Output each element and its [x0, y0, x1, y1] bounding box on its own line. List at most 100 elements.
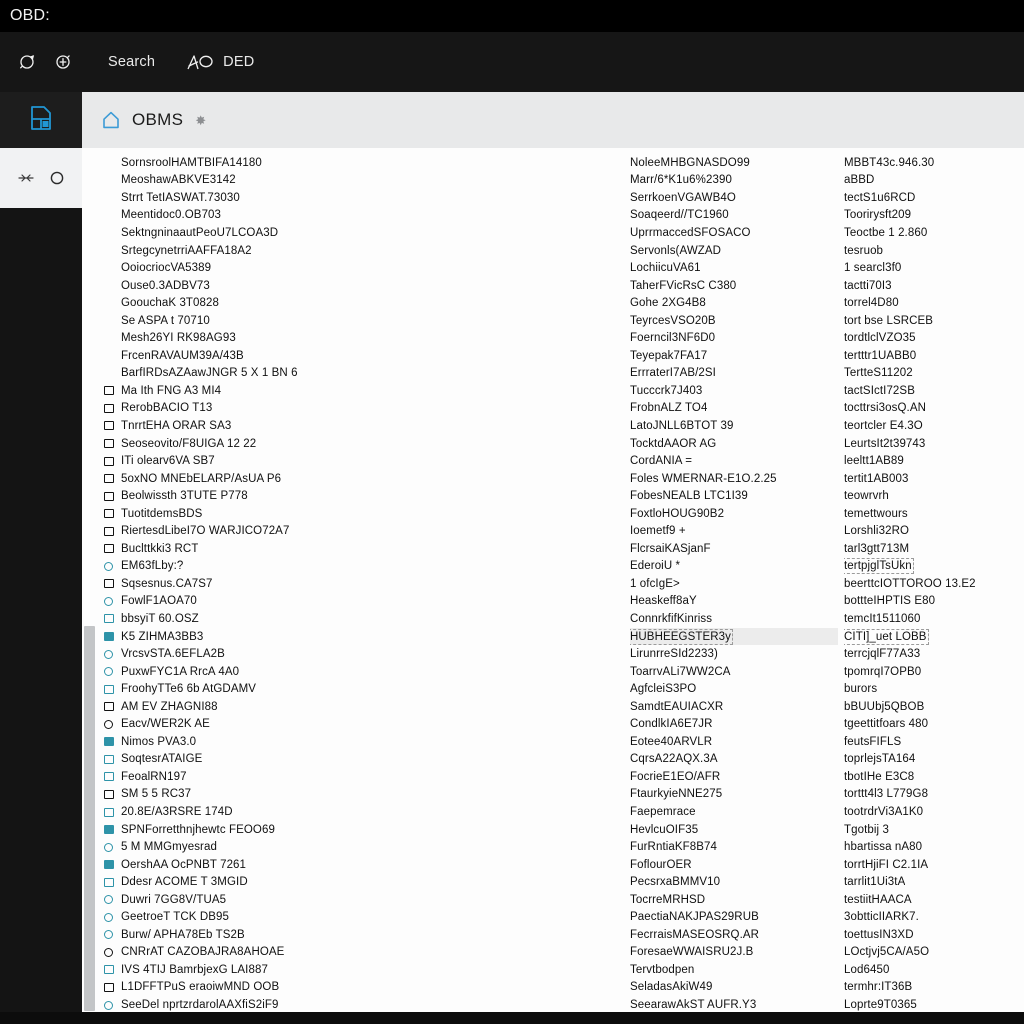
- list-item[interactable]: tarrlit1Ui3tA: [844, 873, 1024, 891]
- list-item[interactable]: Teyepak7FA17: [630, 347, 838, 365]
- rail-item-document[interactable]: [0, 92, 82, 148]
- list-item[interactable]: PaectiaNAKJPAS29RUB: [630, 909, 838, 927]
- list-item[interactable]: CNRrAT CAZOBAJRA8AHOAE: [102, 944, 622, 962]
- list-item[interactable]: FobesNEALB LTC1I39: [630, 487, 838, 505]
- list-item[interactable]: LochiicuVA61: [630, 259, 838, 277]
- list-item[interactable]: Ma Ith FNG A3 MI4: [102, 382, 622, 400]
- list-item[interactable]: FecrraisMASEOSRQ.AR: [630, 926, 838, 944]
- list-item[interactable]: tectS1u6RCD: [844, 189, 1024, 207]
- list-item[interactable]: RiertesdLibeI7O WARJICO72A7: [102, 522, 622, 540]
- sync-arrow-icon[interactable]: [46, 45, 80, 79]
- list-item[interactable]: GoouchaK 3T0828: [102, 294, 622, 312]
- list-item[interactable]: SektngninaautPeoU7LCOA3D: [102, 224, 622, 242]
- list-item[interactable]: CITI]_uet LOBB: [844, 628, 1024, 646]
- circle-outline-icon[interactable]: [49, 170, 65, 186]
- list-item[interactable]: TuotitdemsBDS: [102, 505, 622, 523]
- list-item[interactable]: BarfIRDsAZAawJNGR 5 X 1 BN 6: [102, 365, 622, 383]
- refresh-icon[interactable]: [10, 45, 44, 79]
- list-item[interactable]: Gohe 2XG4B8: [630, 294, 838, 312]
- list-item[interactable]: RerobBACIO T13: [102, 400, 622, 418]
- list-item[interactable]: toprlejsTA164: [844, 751, 1024, 769]
- list-item[interactable]: FocrieE1EO/AFR: [630, 768, 838, 786]
- list-item[interactable]: AM EV ZHAGNI88: [102, 698, 622, 716]
- list-item[interactable]: FrcenRAVAUM39A/43B: [102, 347, 622, 365]
- list-item[interactable]: Eotee40ARVLR: [630, 733, 838, 751]
- list-item[interactable]: FtaurkyieNNE275: [630, 786, 838, 804]
- list-item[interactable]: TertteS11202: [844, 365, 1024, 383]
- list-item[interactable]: tertit1AB003: [844, 470, 1024, 488]
- list-item[interactable]: beerttcIOTTOROO 13.E2: [844, 575, 1024, 593]
- list-item[interactable]: ITi olearv6VA SB7: [102, 452, 622, 470]
- list-item[interactable]: hbartissa nA80: [844, 838, 1024, 856]
- list-item[interactable]: Foles WMERNAR-E1O.2.25: [630, 470, 838, 488]
- list-item[interactable]: EderoiU *: [630, 558, 838, 576]
- list-item[interactable]: Beolwissth 3TUTE P778: [102, 487, 622, 505]
- list-item[interactable]: 1 ofcIgE>: [630, 575, 838, 593]
- list-item[interactable]: Buclttkki3 RCT: [102, 540, 622, 558]
- home-pentagon-icon[interactable]: [102, 110, 120, 130]
- list-item[interactable]: Loprte9T0365: [844, 996, 1024, 1012]
- list-item[interactable]: FurRntiaKF8B74: [630, 838, 838, 856]
- list-item[interactable]: tpomrqI7OPB0: [844, 663, 1024, 681]
- list-item[interactable]: LatoJNLL6BTOT 39: [630, 417, 838, 435]
- list-item[interactable]: tarl3gtt713M: [844, 540, 1024, 558]
- list-item[interactable]: CordANIA =: [630, 452, 838, 470]
- list-item[interactable]: teortcler E4.3O: [844, 417, 1024, 435]
- list-item[interactable]: ErrraterI7AB/2SI: [630, 365, 838, 383]
- list-item[interactable]: FoflourOER: [630, 856, 838, 874]
- list-item[interactable]: testiitHAACA: [844, 891, 1024, 909]
- list-item[interactable]: torttt4l3 L779G8: [844, 786, 1024, 804]
- list-item[interactable]: termhr:IT36B: [844, 979, 1024, 997]
- list-item[interactable]: GeetroeT TCK DB95: [102, 909, 622, 927]
- list-item[interactable]: Nimos PVA3.0: [102, 733, 622, 751]
- list-item[interactable]: leeltt1AB89: [844, 452, 1024, 470]
- list-item[interactable]: L1DFFTPuS eraoiwMND OOB: [102, 979, 622, 997]
- list-item[interactable]: ToarrvALi7WW2CA: [630, 663, 838, 681]
- list-item[interactable]: FrobnALZ TO4: [630, 400, 838, 418]
- list-item[interactable]: HUBHEEGSTER3y: [630, 627, 838, 646]
- vertical-scrollbar-thumb[interactable]: [84, 626, 95, 1011]
- list-item[interactable]: bbsyiT 60.OSZ: [102, 610, 622, 628]
- list-item[interactable]: FeoalRN197: [102, 768, 622, 786]
- list-item[interactable]: TeyrcesVSO20B: [630, 312, 838, 330]
- ded-button[interactable]: DED: [185, 53, 254, 71]
- list-item[interactable]: Strrt TetIASWAT.73030: [102, 189, 622, 207]
- list-item[interactable]: Se ASPA t 70710: [102, 312, 622, 330]
- list-item[interactable]: aBBD: [844, 172, 1024, 190]
- list-item[interactable]: tertpjglTsUkn: [844, 558, 1024, 576]
- list-item[interactable]: FoxtloHOUG90B2: [630, 505, 838, 523]
- list-item[interactable]: SerrkoenVGAWB4O: [630, 189, 838, 207]
- list-item[interactable]: FroohyTTe6 6b AtGDAMV: [102, 680, 622, 698]
- list-item[interactable]: SeearawAkST AUFR.Y3: [630, 996, 838, 1012]
- list-item[interactable]: 3obtticIIARK7.: [844, 909, 1024, 927]
- list-item[interactable]: 20.8E/A3RSRE 174D: [102, 803, 622, 821]
- list-item[interactable]: EM63fLby:?: [102, 558, 622, 576]
- list-item[interactable]: Ouse0.3ADBV73: [102, 277, 622, 295]
- list-item[interactable]: bottteIHPTIS E80: [844, 593, 1024, 611]
- list-item[interactable]: terrcjqlF77A33: [844, 645, 1024, 663]
- list-item[interactable]: Lorshli32RO: [844, 522, 1024, 540]
- list-item[interactable]: bBUUbj5QBOB: [844, 698, 1024, 716]
- list-item[interactable]: IVS 4TIJ BamrbjexG LAI887: [102, 961, 622, 979]
- list-item[interactable]: PecsrxaBMMV10: [630, 873, 838, 891]
- list-item[interactable]: temcIt1511060: [844, 610, 1024, 628]
- list-item[interactable]: HevlcuOIF35: [630, 821, 838, 839]
- list-item[interactable]: Eacv/WER2K AE: [102, 716, 622, 734]
- list-item[interactable]: CondlkIA6E7JR: [630, 716, 838, 734]
- list-item[interactable]: Meentidoc0.OB703: [102, 207, 622, 225]
- list-item[interactable]: Lod6450: [844, 961, 1024, 979]
- list-item[interactable]: tbotIHe E3C8: [844, 768, 1024, 786]
- list-item[interactable]: K5 ZIHMA3BB3: [102, 628, 622, 646]
- list-item[interactable]: Seoseovito/F8UIGA 12 22: [102, 435, 622, 453]
- list-item[interactable]: FowlF1AOA70: [102, 593, 622, 611]
- list-item[interactable]: Tgotbij 3: [844, 821, 1024, 839]
- list-item[interactable]: tactSIctI72SB: [844, 382, 1024, 400]
- list-item[interactable]: 5oxNO MNEbELARP/AsUA P6: [102, 470, 622, 488]
- list-item[interactable]: tootrdrVi3A1K0: [844, 803, 1024, 821]
- vertical-scrollbar-track[interactable]: [82, 148, 96, 1012]
- list-item[interactable]: SeeDel nprtzrdarolAAXfiS2iF9: [102, 996, 622, 1012]
- list-item[interactable]: tordtlclVZO35: [844, 329, 1024, 347]
- list-item[interactable]: Marr/6*K1u6%2390: [630, 172, 838, 190]
- list-item[interactable]: SrtegcynetrriAAFFA18A2: [102, 242, 622, 260]
- list-item[interactable]: burors: [844, 680, 1024, 698]
